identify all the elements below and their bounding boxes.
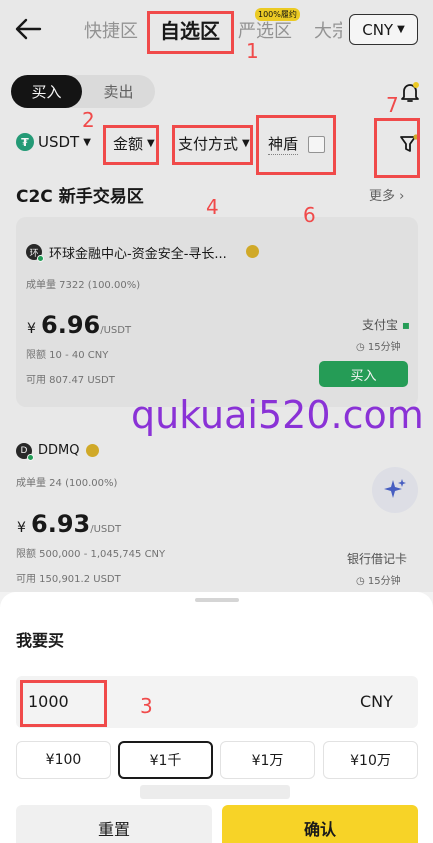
annotation-box — [20, 680, 107, 727]
annotation-number: 7 — [386, 93, 399, 117]
buy-sell-toggle: 买入 卖出 — [11, 75, 155, 108]
payment-method: 支付宝 ▪ — [362, 318, 410, 332]
buy-tab[interactable]: 买入 — [11, 75, 82, 108]
usdt-icon: ₮ — [16, 133, 34, 151]
annotation-number: 1 — [246, 39, 259, 63]
limit: 限额 10 - 40 CNY — [26, 350, 109, 361]
amount-currency: CNY — [360, 692, 393, 711]
avatar: D — [16, 443, 34, 461]
annotation-box — [172, 125, 253, 165]
quick-amount-1k[interactable]: ¥1千 — [118, 741, 213, 779]
annotation-number: 3 — [140, 694, 153, 718]
order-volume: 成单量 24 (100.00%) — [16, 478, 118, 489]
clock-icon: ◷ — [356, 576, 365, 587]
sheet-handle[interactable] — [195, 598, 239, 602]
annotation-number: 6 — [303, 203, 316, 227]
timer: ◷ 15分钟 — [356, 576, 401, 587]
ai-assistant-button[interactable] — [372, 467, 418, 513]
available: 可用 807.47 USDT — [26, 375, 115, 386]
confirm-button[interactable]: 确认 — [222, 805, 418, 843]
currency-label: CNY — [362, 20, 394, 39]
order-volume: 成单量 7322 (100.00%) — [26, 280, 141, 291]
payment-method: 银行借记卡 — [347, 552, 408, 566]
more-link[interactable]: 更多 › — [369, 185, 404, 204]
chevron-down-icon: ▼ — [397, 24, 405, 35]
annotation-box — [147, 11, 234, 54]
section-title: C2C 新手交易区 — [16, 187, 144, 207]
verified-badge-icon — [246, 245, 259, 258]
available: 可用 150,901.2 USDT — [16, 574, 121, 585]
price: ¥ 6.96/USDT — [27, 311, 132, 339]
merchant-name[interactable]: 环球金融中心-资金安全-寻长... — [49, 243, 227, 262]
coin-label: USDT — [38, 133, 80, 151]
sheet-title: 我要买 — [16, 631, 65, 650]
verified-badge-icon — [86, 444, 99, 457]
buy-button[interactable]: 买入 — [319, 361, 408, 387]
bell-icon[interactable] — [398, 80, 422, 104]
more-label: 更多 — [369, 189, 396, 204]
chevron-right-icon: › — [399, 189, 405, 204]
tab-quick[interactable]: 快捷区 — [84, 17, 138, 43]
coin-filter[interactable]: ₮ USDT ▼ — [16, 133, 91, 151]
merchant-name[interactable]: DDMQ — [38, 443, 79, 458]
limit: 限额 500,000 - 1,045,745 CNY — [16, 549, 166, 560]
sparkle-icon — [384, 479, 406, 498]
chevron-down-icon: ▼ — [83, 136, 91, 148]
back-arrow-icon[interactable] — [14, 17, 42, 41]
avatar: 环 — [26, 244, 44, 262]
annotation-box — [256, 115, 336, 175]
timer: ◷ 15分钟 — [356, 342, 401, 353]
quick-amount-100[interactable]: ¥100 — [16, 741, 111, 779]
sell-tab[interactable]: 卖出 — [82, 75, 155, 108]
tab-badge: 100%履约 — [255, 8, 300, 21]
watermark: qukuai520.com — [131, 393, 424, 437]
annotation-number: 2 — [82, 108, 95, 132]
annotation-box — [103, 125, 159, 165]
blurred-text — [140, 785, 290, 799]
quick-amount-10k[interactable]: ¥1万 — [220, 741, 315, 779]
tab-bulk[interactable]: 大宗 — [314, 17, 342, 43]
price: ¥ 6.93/USDT — [17, 510, 122, 538]
reset-button[interactable]: 重置 — [16, 805, 212, 843]
clock-icon: ◷ — [356, 342, 365, 353]
quick-amount-100k[interactable]: ¥10万 — [323, 741, 418, 779]
annotation-number: 4 — [206, 195, 219, 219]
currency-select[interactable]: CNY ▼ — [349, 14, 418, 45]
annotation-box — [374, 118, 420, 178]
